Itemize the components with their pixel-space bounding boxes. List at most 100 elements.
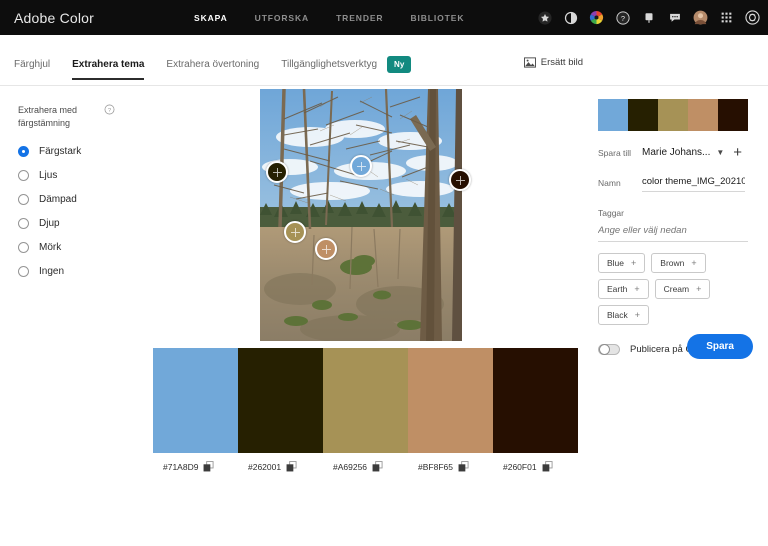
preview-swatch-2[interactable] bbox=[628, 99, 658, 131]
center-workspace: #71A8D9 #262001 #A69256 #BF8F65 #260F01 bbox=[150, 86, 595, 546]
theme-preview-swatches bbox=[598, 99, 748, 131]
palette-swatch-2[interactable] bbox=[238, 348, 323, 453]
copy-icon[interactable] bbox=[203, 461, 214, 472]
palette-swatch-4[interactable] bbox=[408, 348, 493, 453]
brand-logo[interactable]: Adobe Color bbox=[14, 10, 94, 26]
library-select[interactable]: Marie Johans... ▼ bbox=[642, 147, 724, 158]
nav-item-utforska[interactable]: UTFORSKA bbox=[255, 13, 309, 23]
svg-text:?: ? bbox=[620, 13, 624, 22]
nav-item-skapa[interactable]: SKAPA bbox=[194, 13, 228, 23]
source-photo[interactable] bbox=[260, 89, 462, 341]
theme-name-input[interactable] bbox=[642, 174, 745, 192]
mood-label-fargstark: Färgstark bbox=[39, 146, 82, 158]
preview-swatch-3[interactable] bbox=[658, 99, 688, 131]
mood-label-djup: Djup bbox=[39, 218, 60, 230]
extract-mood-heading-row: Extrahera med färgstämning ? bbox=[18, 104, 150, 130]
mood-option-ingen[interactable]: Ingen bbox=[18, 266, 150, 278]
extract-mood-panel: Extrahera med färgstämning ? Färgstark L… bbox=[0, 86, 150, 546]
mood-option-dampad[interactable]: Dämpad bbox=[18, 194, 150, 206]
main-nav: SKAPA UTFORSKA TRENDER BIBLIOTEK bbox=[194, 13, 464, 23]
extract-mood-heading: Extrahera med färgstämning bbox=[18, 105, 78, 129]
tag-chip-black-label: Black bbox=[607, 310, 628, 320]
save-to-label: Spara till bbox=[598, 147, 632, 158]
plus-icon[interactable]: + bbox=[733, 145, 742, 160]
palette-swatch-5[interactable] bbox=[493, 348, 578, 453]
nav-item-bibliotek[interactable]: BIBLIOTEK bbox=[410, 13, 464, 23]
tab-fargjhul[interactable]: Färghjul bbox=[14, 59, 50, 80]
hex-cell-2: #262001 bbox=[238, 461, 323, 472]
copy-icon[interactable] bbox=[372, 461, 383, 472]
radio-fargstark[interactable] bbox=[18, 146, 29, 158]
image-icon bbox=[523, 57, 536, 68]
mood-option-fargstark[interactable]: Färgstark bbox=[18, 146, 150, 158]
nav-item-trender[interactable]: TRENDER bbox=[336, 13, 383, 23]
radio-ingen[interactable] bbox=[18, 266, 29, 278]
help-circle-icon[interactable]: ? bbox=[104, 104, 115, 115]
forest-photo-graphic bbox=[260, 89, 462, 341]
color-marker-1[interactable] bbox=[266, 161, 288, 183]
avatar-icon[interactable] bbox=[693, 10, 708, 25]
color-marker-5[interactable] bbox=[315, 238, 337, 260]
toggle-knob bbox=[599, 344, 610, 355]
hex-value-4: #BF8F65 bbox=[418, 461, 453, 472]
new-badge[interactable]: Ny bbox=[387, 56, 412, 73]
tag-chip-blue[interactable]: Blue + bbox=[598, 253, 646, 273]
mood-label-ingen: Ingen bbox=[39, 266, 65, 278]
crosshair-icon bbox=[290, 227, 300, 237]
chat-icon[interactable] bbox=[667, 10, 682, 25]
publish-toggle[interactable] bbox=[598, 344, 620, 355]
radio-ljus[interactable] bbox=[18, 170, 29, 182]
help-icon[interactable]: ? bbox=[615, 10, 630, 25]
color-marker-2[interactable] bbox=[350, 155, 372, 177]
contrast-icon[interactable] bbox=[563, 10, 578, 25]
top-navigation-bar: Adobe Color SKAPA UTFORSKA TRENDER BIBLI… bbox=[0, 0, 768, 35]
palette-swatch-1[interactable] bbox=[153, 348, 238, 453]
plus-icon: + bbox=[696, 284, 702, 294]
hex-value-5: #260F01 bbox=[503, 461, 537, 472]
app-grid-icon[interactable] bbox=[719, 10, 734, 25]
preview-swatch-1[interactable] bbox=[598, 99, 628, 131]
copy-icon[interactable] bbox=[286, 461, 297, 472]
plus-icon: + bbox=[631, 258, 637, 268]
tag-chip-brown[interactable]: Brown + bbox=[651, 253, 706, 273]
color-marker-4[interactable] bbox=[284, 221, 306, 243]
replace-image-label: Ersätt bild bbox=[540, 57, 583, 68]
tag-chip-cream[interactable]: Cream + bbox=[654, 279, 711, 299]
copy-icon[interactable] bbox=[458, 461, 469, 472]
save-button[interactable]: Spara bbox=[687, 334, 753, 359]
palette-swatch-3[interactable] bbox=[323, 348, 408, 453]
mood-label-ljus: Ljus bbox=[39, 170, 58, 182]
hex-value-row: #71A8D9 #262001 #A69256 #BF8F65 #260F01 bbox=[153, 461, 578, 472]
crosshair-icon bbox=[321, 244, 331, 254]
tag-chip-black[interactable]: Black + bbox=[598, 305, 650, 325]
preview-swatch-4[interactable] bbox=[688, 99, 718, 131]
preview-swatch-5[interactable] bbox=[718, 99, 748, 131]
hex-value-3: #A69256 bbox=[333, 461, 368, 472]
radio-djup[interactable] bbox=[18, 218, 29, 230]
color-wheel-icon[interactable] bbox=[589, 10, 604, 25]
main-content: Extrahera med färgstämning ? Färgstark L… bbox=[0, 86, 768, 546]
mood-option-djup[interactable]: Djup bbox=[18, 218, 150, 230]
tag-chip-brown-label: Brown bbox=[660, 258, 685, 268]
replace-image-button[interactable]: Ersätt bild bbox=[523, 57, 583, 68]
notifications-icon[interactable] bbox=[641, 10, 656, 25]
creative-cloud-icon[interactable] bbox=[745, 10, 760, 25]
plus-icon: + bbox=[691, 258, 697, 268]
color-marker-3[interactable] bbox=[449, 169, 471, 191]
copy-icon[interactable] bbox=[542, 461, 553, 472]
star-icon[interactable] bbox=[537, 10, 552, 25]
tab-tillganglighetsverktyg[interactable]: Tillgänglighetsverktyg bbox=[281, 59, 377, 80]
mood-option-mork[interactable]: Mörk bbox=[18, 242, 150, 254]
tab-extrahera-tema[interactable]: Extrahera tema bbox=[72, 59, 145, 80]
tags-label: Taggar bbox=[598, 208, 624, 218]
tab-extrahera-overtoning[interactable]: Extrahera övertoning bbox=[166, 59, 259, 80]
crosshair-icon bbox=[356, 161, 366, 171]
tags-input[interactable] bbox=[598, 222, 748, 242]
tag-chip-earth[interactable]: Earth + bbox=[598, 279, 649, 299]
radio-mork[interactable] bbox=[18, 242, 29, 254]
plus-icon: + bbox=[634, 310, 641, 320]
plus-icon: + bbox=[634, 284, 640, 294]
mood-option-ljus[interactable]: Ljus bbox=[18, 170, 150, 182]
radio-dampad[interactable] bbox=[18, 194, 29, 206]
mood-label-mork: Mörk bbox=[39, 242, 62, 254]
